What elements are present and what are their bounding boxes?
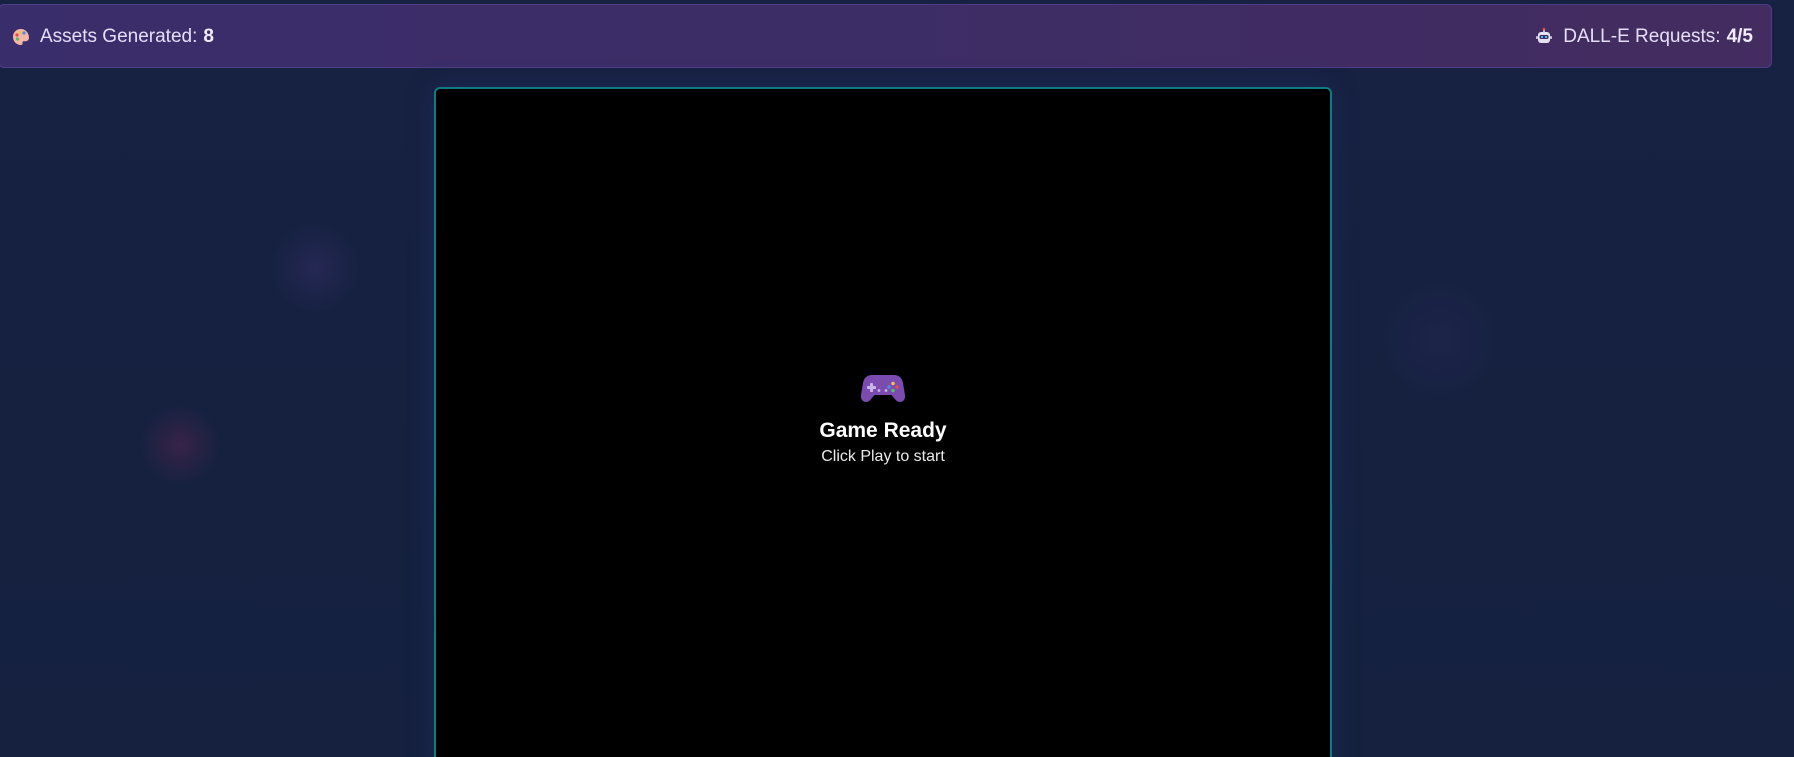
game-status-title: Game Ready <box>819 419 947 442</box>
stats-bar: Assets Generated: 8 DALL-E Requests: 4/5 <box>0 4 1772 68</box>
dalle-requests-stat: DALL-E Requests: 4/5 <box>1534 5 1753 69</box>
palette-icon <box>13 29 29 45</box>
game-controller-icon <box>860 375 906 402</box>
robot-icon <box>1536 27 1553 43</box>
game-ready-overlay: Game Ready Click Play to start <box>436 371 1330 466</box>
game-canvas[interactable]: Game Ready Click Play to start <box>434 87 1332 757</box>
game-status-subtitle: Click Play to start <box>821 448 945 466</box>
dalle-requests-label: DALL-E Requests: <box>1563 26 1721 47</box>
assets-generated-value: 8 <box>203 26 214 47</box>
dalle-requests-value: 4/5 <box>1726 26 1753 47</box>
assets-generated-stat: Assets Generated: 8 <box>11 5 214 69</box>
assets-generated-label: Assets Generated: <box>40 26 198 47</box>
